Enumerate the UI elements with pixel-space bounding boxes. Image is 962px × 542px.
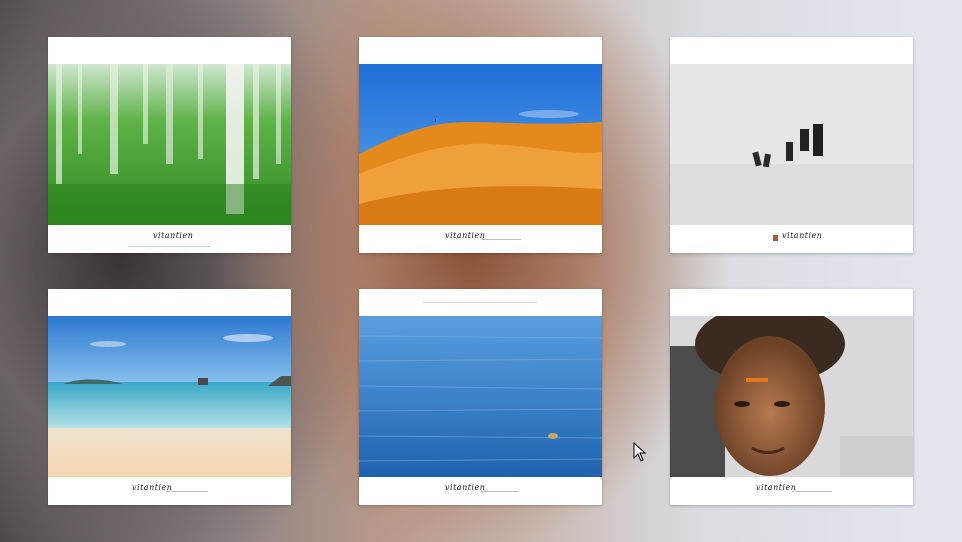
caption-line: [128, 246, 210, 247]
card-footer: vitantien: [359, 477, 602, 505]
signature-logo: vitantien: [445, 231, 486, 240]
snow-figures-image: [670, 64, 913, 225]
beach-sea-image: [48, 316, 291, 477]
brand-underline: [481, 491, 519, 492]
card-footer: vitantien: [359, 225, 602, 253]
brand-underline: [166, 491, 208, 492]
card-footer: vitantien: [670, 477, 913, 505]
photo-card-snow[interactable]: vitantien: [670, 37, 913, 253]
card-footer: vitantien: [48, 477, 291, 505]
desktop-background: vitantien vitantien vitantien vitantien …: [0, 0, 962, 542]
photo-card-ocean[interactable]: vitantien: [359, 289, 602, 505]
brand-underline: [481, 239, 521, 240]
card-footer: vitantien: [48, 225, 291, 253]
card-footer: vitantien: [670, 225, 913, 253]
mouse-pointer-icon: [633, 441, 647, 462]
signature-logo: vitantien: [445, 483, 486, 492]
photo-card-portrait[interactable]: vitantien: [670, 289, 913, 505]
desert-dunes-image: [359, 64, 602, 225]
brand-underline: [792, 491, 832, 492]
photo-card-beach[interactable]: vitantien: [48, 289, 291, 505]
signature-logo: vitantien: [756, 483, 797, 492]
forest-blur-image: [48, 64, 291, 225]
stamp-icon: [773, 235, 778, 241]
signature-logo: vitantien: [153, 231, 194, 240]
top-caption-line: [423, 302, 537, 303]
ocean-swimmer-image: [359, 316, 602, 477]
child-portrait-image: [670, 316, 913, 477]
signature-logo: vitantien: [782, 231, 823, 240]
photo-card-desert[interactable]: vitantien: [359, 37, 602, 253]
photo-card-forest[interactable]: vitantien: [48, 37, 291, 253]
